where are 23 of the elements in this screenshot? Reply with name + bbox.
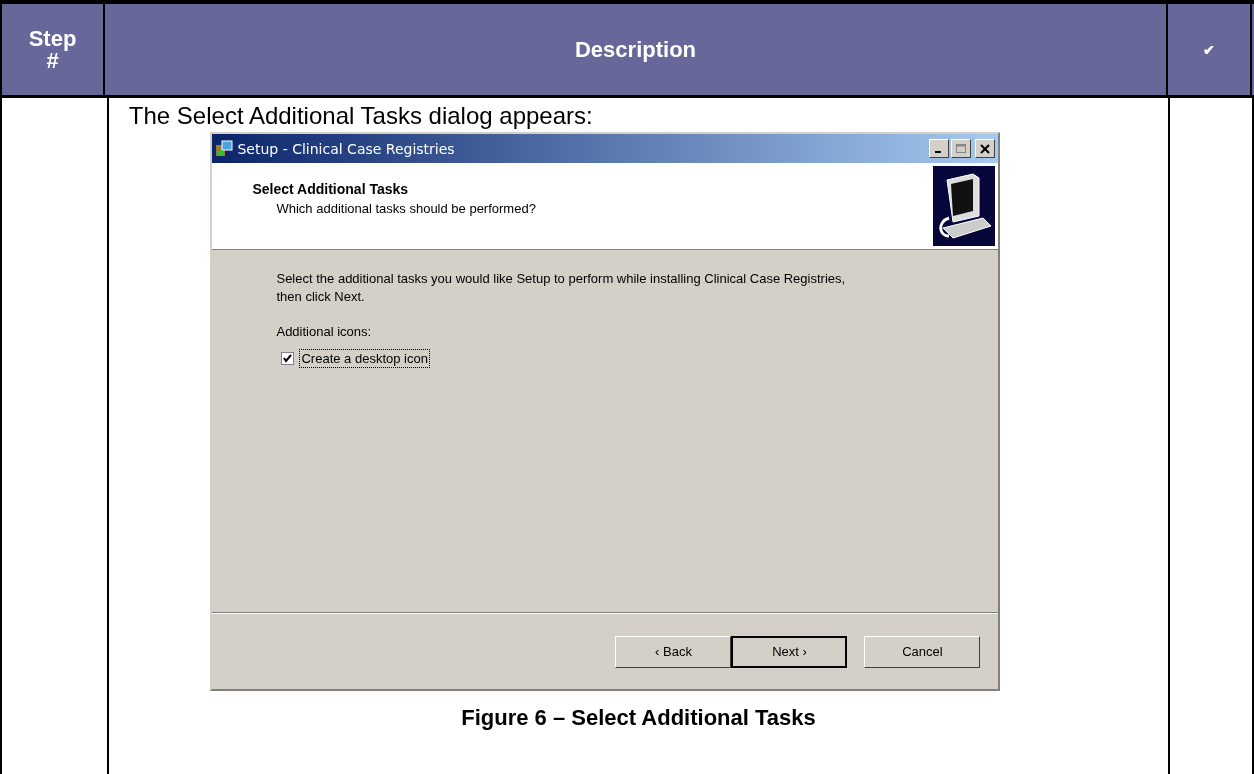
computer-icon <box>933 166 996 246</box>
dialog-button[interactable]: ‹ Back <box>615 635 732 668</box>
column-header: ✔ <box>1168 4 1252 95</box>
minimize-button[interactable] <box>929 139 950 158</box>
page-subtitle: Which additional tasks should be performed? <box>276 201 536 216</box>
maximize-icon <box>956 143 967 154</box>
page-title: Select Additional Tasks <box>252 181 410 197</box>
window-title: Setup - Clinical Case Registries <box>237 140 456 157</box>
close-icon <box>980 143 991 154</box>
instruction-text: Select the additional tasks you would like Setup to perform while installing Clinical Case Registries, then click Next. <box>276 270 847 306</box>
column-header: Step # <box>0 4 105 95</box>
close-button[interactable] <box>975 139 996 158</box>
figure-caption: Figure 6 – Select Additional Tasks <box>461 705 816 731</box>
setup-app-icon <box>215 139 234 158</box>
checkbox[interactable] <box>281 352 295 365</box>
maximize-button[interactable] <box>951 139 972 158</box>
intro-text: The Select Additional Tasks dialog appears: <box>128 102 593 130</box>
checkbox-label[interactable]: Create a desktop icon <box>299 349 430 368</box>
group-label: Additional icons: <box>276 324 373 339</box>
column-header: Description <box>105 4 1168 95</box>
dialog-button[interactable]: Cancel <box>864 635 981 668</box>
dialog-button[interactable]: Next › <box>731 635 848 668</box>
minimize-icon <box>934 150 941 153</box>
